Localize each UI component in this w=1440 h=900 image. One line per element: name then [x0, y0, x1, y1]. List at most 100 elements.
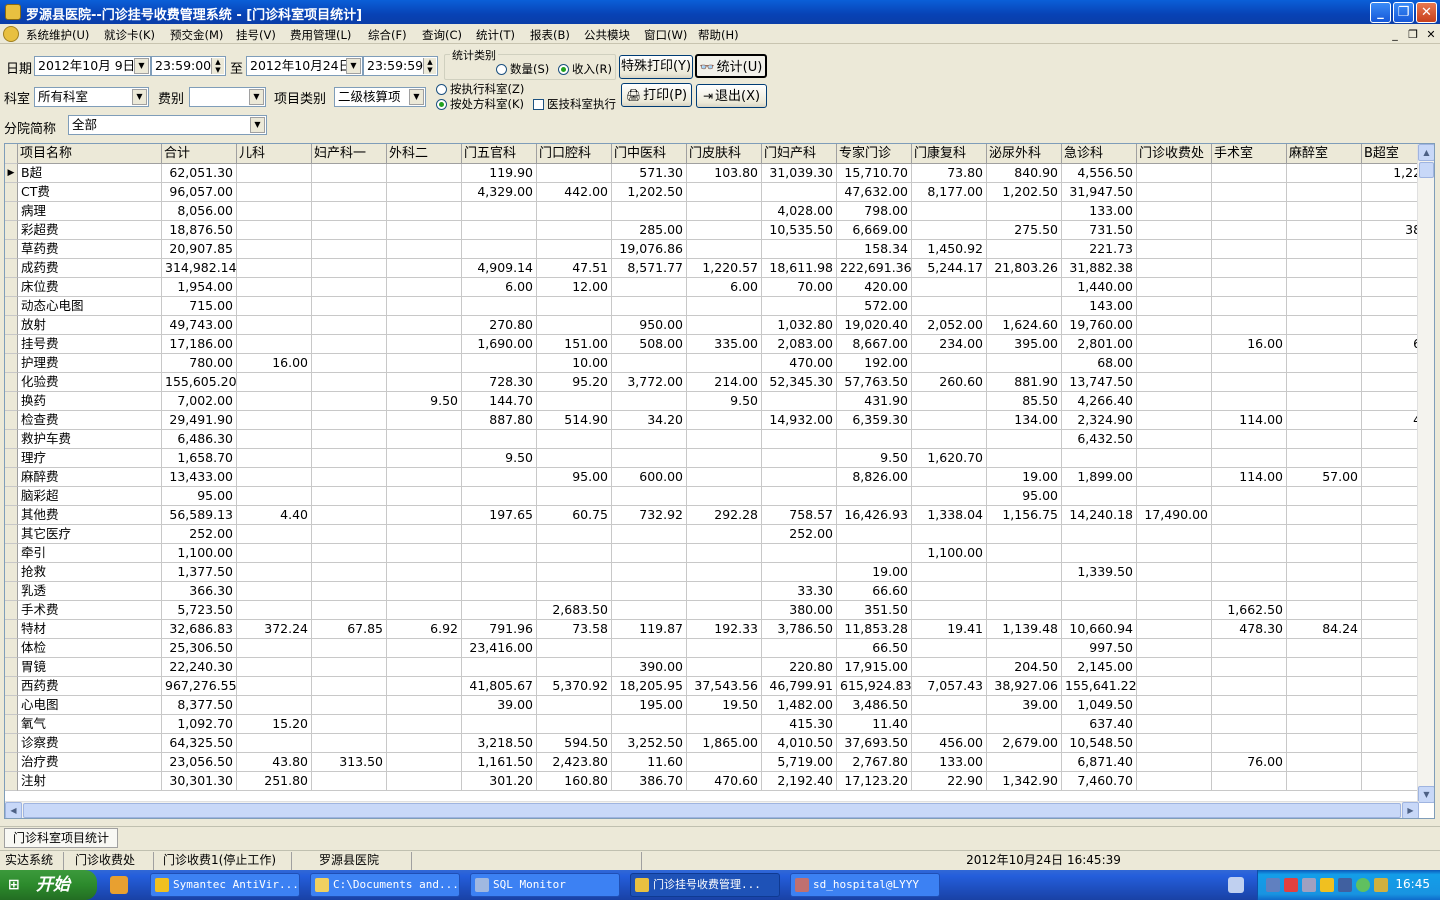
amount-cell[interactable]: 6,359.30 [837, 411, 912, 430]
amount-cell[interactable]: 6,486.30 [162, 430, 237, 449]
amount-cell[interactable]: 19.00 [987, 468, 1062, 487]
amount-cell[interactable] [462, 297, 537, 316]
horizontal-scrollbar[interactable]: ◀ ▶ [5, 801, 1419, 818]
amount-cell[interactable]: 415.30 [762, 715, 837, 734]
amount-cell[interactable]: 95.20 [537, 373, 612, 392]
row-indicator[interactable] [5, 525, 18, 544]
amount-cell[interactable] [762, 392, 837, 411]
amount-cell[interactable]: 37,543.56 [687, 677, 762, 696]
item-name-cell[interactable]: 治疗费 [18, 753, 162, 772]
amount-cell[interactable]: 1,100.00 [912, 544, 987, 563]
amount-cell[interactable]: 144.70 [462, 392, 537, 411]
amount-cell[interactable]: 1,954.00 [162, 278, 237, 297]
amount-cell[interactable] [237, 297, 312, 316]
item-name-cell[interactable]: 护理费 [18, 354, 162, 373]
amount-cell[interactable]: 395.00 [987, 335, 1062, 354]
amount-cell[interactable] [612, 392, 687, 411]
amount-cell[interactable]: 16.00 [237, 354, 312, 373]
amount-cell[interactable]: 10,660.94 [1062, 620, 1137, 639]
item-name-cell[interactable]: 床位费 [18, 278, 162, 297]
amount-cell[interactable]: 780.00 [162, 354, 237, 373]
amount-cell[interactable] [387, 525, 462, 544]
amount-cell[interactable] [237, 544, 312, 563]
task-explorer[interactable]: C:\Documents and... [310, 873, 460, 897]
amount-cell[interactable] [1212, 487, 1287, 506]
amount-cell[interactable] [537, 449, 612, 468]
task-symantec[interactable]: Symantec AntiVir... [150, 873, 300, 897]
amount-cell[interactable] [1362, 772, 1419, 791]
amount-cell[interactable] [987, 639, 1062, 658]
security-icon[interactable] [1284, 878, 1298, 892]
chevron-down-icon[interactable]: ▼ [409, 89, 424, 105]
date-from-picker[interactable]: 2012年10月 9日 ▼ [34, 56, 151, 76]
amount-cell[interactable]: 234.00 [912, 335, 987, 354]
amount-cell[interactable]: 22.90 [912, 772, 987, 791]
amount-cell[interactable]: 17,490.00 [1137, 506, 1212, 525]
amount-cell[interactable]: 420.00 [837, 278, 912, 297]
amount-cell[interactable] [987, 297, 1062, 316]
column-header[interactable]: B超室 [1362, 144, 1419, 164]
amount-cell[interactable]: 732.92 [612, 506, 687, 525]
amount-cell[interactable]: 6,432.50 [1062, 430, 1137, 449]
amount-cell[interactable] [612, 563, 687, 582]
amount-cell[interactable]: 7,002.00 [162, 392, 237, 411]
amount-cell[interactable]: 380.00 [762, 601, 837, 620]
amount-cell[interactable] [1287, 202, 1362, 221]
amount-cell[interactable] [612, 582, 687, 601]
amount-cell[interactable] [1062, 487, 1137, 506]
amount-cell[interactable] [1287, 354, 1362, 373]
amount-cell[interactable]: 6.00 [462, 278, 537, 297]
amount-cell[interactable] [612, 525, 687, 544]
amount-cell[interactable] [387, 582, 462, 601]
item-name-cell[interactable]: 西药费 [18, 677, 162, 696]
amount-cell[interactable]: 18,611.98 [762, 259, 837, 278]
amount-cell[interactable] [612, 601, 687, 620]
amount-cell[interactable]: 366.30 [162, 582, 237, 601]
amount-cell[interactable] [387, 449, 462, 468]
amount-cell[interactable] [237, 373, 312, 392]
amount-cell[interactable] [1362, 468, 1419, 487]
chevron-down-icon[interactable]: ▼ [134, 58, 149, 74]
row-indicator[interactable] [5, 297, 18, 316]
amount-cell[interactable] [462, 221, 537, 240]
amount-cell[interactable] [1287, 753, 1362, 772]
amount-cell[interactable] [912, 354, 987, 373]
amount-cell[interactable]: 119.90 [462, 164, 537, 183]
amount-cell[interactable] [837, 525, 912, 544]
amount-cell[interactable]: 1,092.70 [162, 715, 237, 734]
amount-cell[interactable] [312, 734, 387, 753]
table-row[interactable]: 彩超费 18,876.50 285.00 10,535.50 6,669.00 275.5… [5, 221, 1419, 240]
amount-cell[interactable]: 292.28 [687, 506, 762, 525]
amount-cell[interactable] [912, 658, 987, 677]
table-row[interactable]: 动态心电图 715.00 572.00 143.00 [5, 297, 1419, 316]
amount-cell[interactable] [387, 335, 462, 354]
amount-cell[interactable]: 204.50 [987, 658, 1062, 677]
amount-cell[interactable] [237, 487, 312, 506]
amount-cell[interactable] [912, 639, 987, 658]
amount-cell[interactable] [387, 240, 462, 259]
amount-cell[interactable]: 791.96 [462, 620, 537, 639]
table-row[interactable]: 检查费 29,491.90 887.80 514.90 34.20 14,932.00 6,… [5, 411, 1419, 430]
item-name-cell[interactable]: 动态心电图 [18, 297, 162, 316]
amount-cell[interactable] [537, 164, 612, 183]
amount-cell[interactable] [387, 278, 462, 297]
amount-cell[interactable] [1212, 183, 1287, 202]
amount-cell[interactable] [1362, 354, 1419, 373]
amount-cell[interactable] [762, 449, 837, 468]
amount-cell[interactable] [1137, 468, 1212, 487]
item-name-cell[interactable]: 换药 [18, 392, 162, 411]
stats-grid[interactable]: 项目名称 合计 儿科 妇产科一 外科二 门五官科 门口腔科 门中医科 门皮肤科 门妇产科 专家门诊门… [4, 143, 1435, 819]
amount-cell[interactable]: 351.50 [837, 601, 912, 620]
amount-cell[interactable] [1362, 715, 1419, 734]
amount-cell[interactable] [1062, 525, 1137, 544]
amount-cell[interactable]: 881.90 [987, 373, 1062, 392]
quicklaunch-icon[interactable] [110, 876, 128, 894]
amount-cell[interactable]: 1,049.50 [1062, 696, 1137, 715]
amount-cell[interactable] [1287, 221, 1362, 240]
amount-cell[interactable] [237, 734, 312, 753]
amount-cell[interactable]: 372.24 [237, 620, 312, 639]
amount-cell[interactable] [1362, 639, 1419, 658]
amount-cell[interactable] [1212, 658, 1287, 677]
amount-cell[interactable]: 114.00 [1212, 411, 1287, 430]
item-name-cell[interactable]: 理疗 [18, 449, 162, 468]
